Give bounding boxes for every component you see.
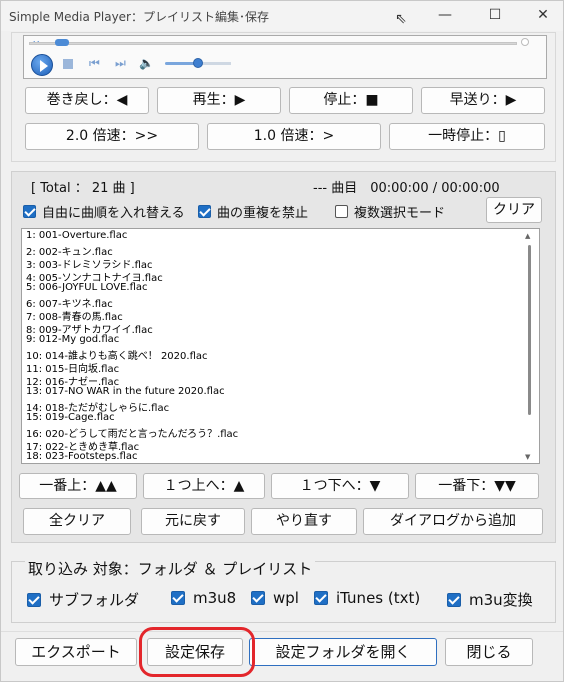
list-item[interactable]: 13: 017-NO WAR in the future 2020.flac <box>26 386 225 397</box>
itunes-label: iTunes (txt) <box>336 589 421 607</box>
stop-button[interactable]: 停止：■ <box>289 87 413 114</box>
checkbox-checked-icon[interactable] <box>198 205 211 218</box>
checkbox-checked-icon[interactable] <box>171 591 185 605</box>
volume-icon[interactable]: 🔈 <box>139 56 154 70</box>
checkbox-unchecked-icon[interactable] <box>335 205 348 218</box>
subfolder-checkbox[interactable]: サブフォルダ <box>27 589 139 610</box>
no-duplicate-label: 曲の重複を禁止 <box>217 206 309 221</box>
shuffle-checkbox[interactable]: 自由に曲順を入れ替える <box>23 202 185 221</box>
import-title: 取り込み 対象：フォルダ ＆ プレイリスト <box>25 558 316 579</box>
move-bottom-button[interactable]: 一番下：▼▼ <box>415 473 539 499</box>
itunes-checkbox[interactable]: iTunes (txt) <box>314 589 420 607</box>
red-highlight-annotation <box>139 627 255 677</box>
move-down-button[interactable]: １つ下へ：▼ <box>271 473 409 499</box>
m3u8-checkbox[interactable]: m3u8 <box>171 589 236 607</box>
multi-select-label: 複数選択モード <box>354 206 446 221</box>
total-count: [ Total ： 21 曲 ] <box>31 181 135 196</box>
play-icon[interactable] <box>31 54 53 76</box>
scrollbar[interactable] <box>528 245 531 415</box>
title-bar: Simple Media Player：プレイリスト編集･保存 ⇖ — ☐ ✕ <box>1 1 563 31</box>
seek-thumb[interactable] <box>55 39 69 46</box>
fast-forward-button[interactable]: 早送り：▶ <box>421 87 545 114</box>
volume-thumb[interactable] <box>193 58 203 68</box>
maximize-button[interactable]: ☐ <box>475 5 515 27</box>
multi-select-checkbox[interactable]: 複数選択モード <box>335 202 445 221</box>
checkbox-checked-icon[interactable] <box>23 205 36 218</box>
export-button[interactable]: エクスポート <box>15 638 137 666</box>
undo-button[interactable]: 元に戻す <box>141 508 245 535</box>
subfolder-label: サブフォルダ <box>49 591 140 609</box>
divider <box>1 631 563 632</box>
redo-button[interactable]: やり直す <box>251 508 357 535</box>
checkbox-checked-icon[interactable] <box>27 592 41 607</box>
minimize-button[interactable]: — <box>425 5 465 27</box>
m3u-convert-label: m3u変換 <box>469 591 533 609</box>
speed-2x-button[interactable]: 2.0 倍速：>> <box>25 123 199 150</box>
track-status: --- 曲目 00:00:00 / 00:00:00 <box>313 181 500 196</box>
next-icon[interactable]: ⏭ <box>115 56 126 71</box>
seek-bar[interactable] <box>29 42 517 45</box>
move-top-button[interactable]: 一番上：▲▲ <box>19 473 137 499</box>
clear-button[interactable]: クリア <box>486 197 542 223</box>
checkbox-checked-icon[interactable] <box>447 592 461 607</box>
open-settings-folder-button[interactable]: 設定フォルダを開く <box>249 638 437 666</box>
list-item[interactable]: 5: 006-JOYFUL LOVE.flac <box>26 282 148 293</box>
clear-all-button[interactable]: 全クリア <box>23 508 131 535</box>
m3u8-label: m3u8 <box>193 589 237 607</box>
list-item[interactable]: 9: 012-My god.flac <box>26 334 119 345</box>
app-window: Simple Media Player：プレイリスト編集･保存 ⇖ — ☐ ✕ … <box>0 0 564 682</box>
add-from-dialog-button[interactable]: ダイアログから追加 <box>363 508 543 535</box>
m3u-convert-checkbox[interactable]: m3u変換 <box>447 589 533 610</box>
volume-slider-rest <box>199 62 231 65</box>
no-duplicate-checkbox[interactable]: 曲の重複を禁止 <box>198 202 308 221</box>
list-item[interactable]: 15: 019-Cage.flac <box>26 412 115 423</box>
previous-icon[interactable]: ⏮ <box>89 56 100 71</box>
close-window-button[interactable]: ✕ <box>523 5 563 27</box>
playlist-list[interactable]: 1: 001-Overture.flac 2: 002-キュン.flac 3: … <box>21 228 540 464</box>
rewind-button[interactable]: 巻き戻し：◀ <box>25 87 149 114</box>
mouse-cursor-icon: ⇖ <box>395 11 407 27</box>
scroll-up-icon[interactable]: ▲ <box>525 232 530 240</box>
checkbox-checked-icon[interactable] <box>314 591 328 605</box>
speed-1x-button[interactable]: 1.0 倍速：> <box>207 123 381 150</box>
list-item[interactable]: 1: 001-Overture.flac <box>26 230 127 241</box>
seek-end-icon <box>521 38 529 46</box>
wpl-label: wpl <box>273 589 299 607</box>
scroll-down-icon[interactable]: ▼ <box>525 453 530 461</box>
stop-icon[interactable] <box>63 59 73 69</box>
window-title: Simple Media Player：プレイリスト編集･保存 <box>9 10 269 24</box>
pause-button[interactable]: 一時停止：▯ <box>389 123 545 150</box>
list-item[interactable]: 18: 023-Footsteps.flac <box>26 451 137 462</box>
play-button[interactable]: 再生：▶ <box>157 87 281 114</box>
shuffle-label: 自由に曲順を入れ替える <box>42 206 185 221</box>
wpl-checkbox[interactable]: wpl <box>251 589 299 607</box>
checkbox-checked-icon[interactable] <box>251 591 265 605</box>
move-up-button[interactable]: １つ上へ：▲ <box>143 473 265 499</box>
close-button[interactable]: 閉じる <box>445 638 533 666</box>
